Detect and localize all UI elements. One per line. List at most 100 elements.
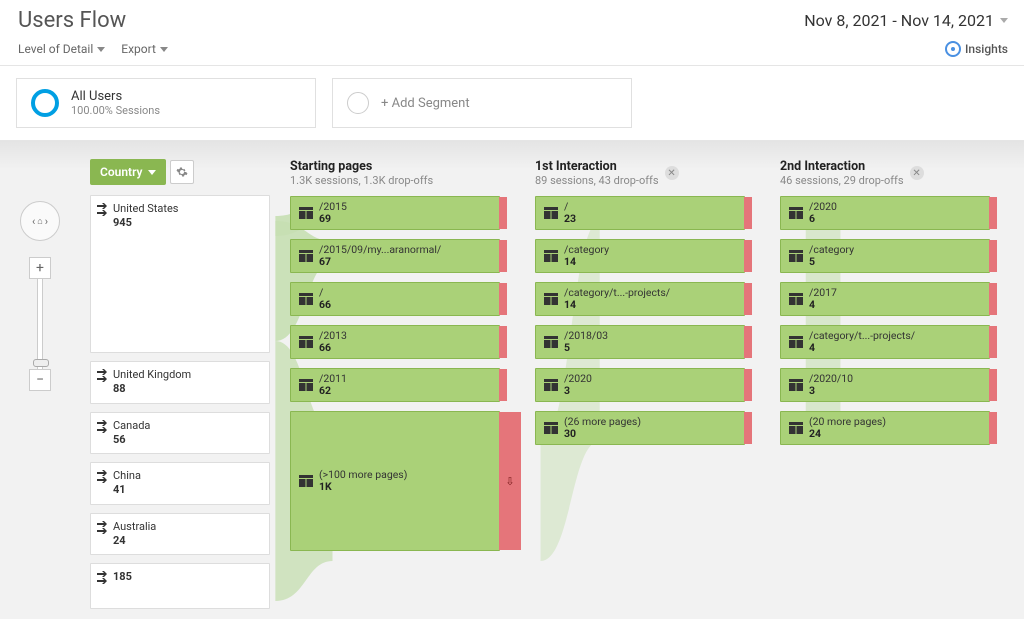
add-segment-label: + Add Segment bbox=[381, 96, 470, 111]
drop-off-bar bbox=[989, 197, 997, 229]
source-country-block[interactable]: United Kingdom88 bbox=[90, 361, 270, 404]
add-segment-button[interactable]: + Add Segment bbox=[332, 78, 632, 128]
zoom-handle[interactable] bbox=[33, 359, 49, 367]
zoom-in-button[interactable]: + bbox=[29, 257, 51, 279]
flow-node[interactable]: /category/t...-projects/4 bbox=[780, 325, 990, 359]
flow-node[interactable]: (20 more pages)24 bbox=[780, 411, 990, 445]
page-icon bbox=[789, 336, 803, 348]
drop-off-bar bbox=[989, 240, 997, 272]
flow-node[interactable]: /201366 bbox=[290, 325, 500, 359]
arrow-right-stack-icon bbox=[97, 570, 109, 584]
segment-circle-icon bbox=[31, 89, 59, 117]
page-icon bbox=[544, 336, 558, 348]
close-column-icon[interactable]: ✕ bbox=[665, 166, 679, 180]
dimension-dropdown[interactable]: Country bbox=[90, 159, 166, 185]
node-text: (20 more pages)24 bbox=[809, 416, 886, 440]
home-icon: ⌂ bbox=[37, 216, 42, 227]
drop-off-bar bbox=[744, 412, 752, 444]
page-icon bbox=[299, 336, 313, 348]
drop-off-bar bbox=[499, 240, 507, 272]
node-text: /category5 bbox=[809, 244, 854, 268]
flow-node[interactable]: /category14 bbox=[535, 239, 745, 273]
flow-node[interactable]: /20203 bbox=[535, 368, 745, 402]
export-dropdown[interactable]: Export bbox=[121, 42, 168, 56]
flow-node[interactable]: /2020/103 bbox=[780, 368, 990, 402]
close-column-icon[interactable]: ✕ bbox=[910, 166, 924, 180]
node-text: /20206 bbox=[809, 201, 837, 225]
flow-node[interactable]: /20174 bbox=[780, 282, 990, 316]
segment-title: All Users bbox=[71, 89, 160, 104]
drop-off-bar bbox=[744, 369, 752, 401]
page-icon bbox=[789, 250, 803, 262]
zoom-out-button[interactable]: − bbox=[29, 369, 51, 391]
flow-node[interactable]: /category/t...-projects/14 bbox=[535, 282, 745, 316]
flow-node[interactable]: (>100 more pages)1K ⇩ bbox=[290, 411, 500, 551]
arrow-right-stack-icon bbox=[97, 469, 109, 483]
node-text: (>100 more pages)1K bbox=[319, 469, 407, 493]
arrow-right-stack-icon bbox=[97, 368, 109, 382]
dimension-settings-button[interactable] bbox=[170, 160, 194, 184]
flow-node[interactable]: /2015/09/my...aranormal/67 bbox=[290, 239, 500, 273]
page-icon bbox=[789, 379, 803, 391]
flow-step-column: 1st Interaction89 sessions, 43 drop-offs… bbox=[535, 159, 745, 619]
flow-node[interactable]: /66 bbox=[290, 282, 500, 316]
source-country-block[interactable]: 185 bbox=[90, 563, 270, 609]
node-text: /201162 bbox=[319, 373, 347, 397]
zoom-slider[interactable] bbox=[37, 279, 43, 369]
source-label: United States945 bbox=[113, 202, 178, 231]
source-country-block[interactable]: Australia24 bbox=[90, 513, 270, 556]
node-text: /category/t...-projects/4 bbox=[809, 330, 915, 354]
insights-button[interactable]: Insights bbox=[945, 41, 1008, 57]
flow-node[interactable]: (26 more pages)30 bbox=[535, 411, 745, 445]
segment-sub: 100.00% Sessions bbox=[71, 104, 160, 117]
node-text: /201366 bbox=[319, 330, 347, 354]
page-icon bbox=[299, 475, 313, 487]
page-icon bbox=[299, 379, 313, 391]
source-label: United Kingdom88 bbox=[113, 368, 191, 397]
source-label: Canada56 bbox=[113, 419, 150, 448]
flow-node[interactable]: /category5 bbox=[780, 239, 990, 273]
flow-node[interactable]: /201162 bbox=[290, 368, 500, 402]
users-flow-panel: ‹ ⌂ › + − Country United bbox=[0, 141, 1024, 619]
node-text: /2015/09/my...aranormal/67 bbox=[319, 244, 441, 268]
flow-node[interactable]: /23 bbox=[535, 196, 745, 230]
node-text: /2018/035 bbox=[564, 330, 608, 354]
segment-empty-circle-icon bbox=[347, 92, 369, 114]
drop-off-bar bbox=[744, 283, 752, 315]
flow-node[interactable]: /201569 bbox=[290, 196, 500, 230]
chevron-down-icon bbox=[1000, 18, 1008, 23]
flow-node[interactable]: /2018/035 bbox=[535, 325, 745, 359]
page-icon bbox=[789, 422, 803, 434]
chevron-right-icon: › bbox=[45, 215, 48, 228]
source-label: China41 bbox=[113, 469, 141, 498]
column-title: 1st Interaction bbox=[535, 159, 659, 174]
drop-off-bar bbox=[989, 283, 997, 315]
chevron-down-icon bbox=[97, 47, 105, 52]
insights-label: Insights bbox=[965, 42, 1008, 56]
source-country-block[interactable]: China41 bbox=[90, 462, 270, 505]
column-sub: 89 sessions, 43 drop-offs bbox=[535, 174, 659, 187]
drop-off-bar bbox=[744, 326, 752, 358]
page-icon bbox=[299, 293, 313, 305]
gear-icon bbox=[176, 166, 188, 178]
page-icon bbox=[544, 207, 558, 219]
level-of-detail-dropdown[interactable]: Level of Detail bbox=[18, 42, 105, 56]
drop-off-bar bbox=[989, 326, 997, 358]
drop-off-bar bbox=[499, 197, 507, 229]
chevron-down-icon bbox=[148, 170, 156, 175]
chevron-down-icon bbox=[160, 47, 168, 52]
insights-icon bbox=[945, 41, 961, 57]
source-country-block[interactable]: Canada56 bbox=[90, 412, 270, 455]
drop-off-bar bbox=[989, 369, 997, 401]
dimension-label: Country bbox=[100, 165, 142, 179]
source-country-block[interactable]: United States945 bbox=[90, 195, 270, 353]
export-label: Export bbox=[121, 42, 156, 56]
date-range-picker[interactable]: Nov 8, 2021 - Nov 14, 2021 bbox=[804, 11, 1008, 30]
source-label: Australia24 bbox=[113, 520, 156, 549]
segment-all-users[interactable]: All Users 100.00% Sessions bbox=[16, 78, 316, 128]
flow-node[interactable]: /20206 bbox=[780, 196, 990, 230]
page-icon bbox=[789, 207, 803, 219]
date-range-text: Nov 8, 2021 - Nov 14, 2021 bbox=[804, 11, 994, 30]
pan-control[interactable]: ‹ ⌂ › bbox=[20, 201, 60, 241]
node-text: /23 bbox=[564, 201, 576, 225]
